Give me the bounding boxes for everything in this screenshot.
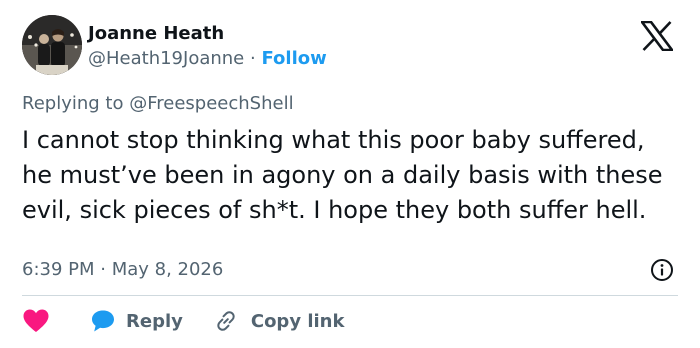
- x-logo-icon[interactable]: [641, 21, 673, 51]
- author-display-name[interactable]: Joanne Heath: [88, 22, 224, 46]
- action-bar: Reply Copy link: [22, 306, 344, 336]
- follow-button[interactable]: Follow: [261, 48, 326, 69]
- separator-dot: ·: [250, 48, 256, 69]
- copy-link-label: Copy link: [250, 310, 345, 332]
- reply-context-mention[interactable]: @FreespeechShell: [129, 93, 293, 114]
- reply-button[interactable]: Reply: [90, 308, 183, 334]
- tweet-timestamp[interactable]: 6:39 PM · May 8, 2026: [22, 258, 223, 282]
- reply-context: Replying to @FreespeechShell: [22, 92, 294, 116]
- reply-bubble-icon: [92, 310, 114, 332]
- tweet-text: I cannot stop thinking what this poor ba…: [22, 126, 663, 224]
- author-handle[interactable]: @Heath19Joanne: [88, 48, 244, 69]
- info-icon[interactable]: [650, 258, 674, 282]
- divider: [22, 295, 678, 296]
- avatar[interactable]: [22, 15, 82, 75]
- author-subline: @Heath19Joanne · Follow: [88, 47, 327, 71]
- heart-icon[interactable]: [22, 308, 50, 334]
- reply-label: Reply: [126, 310, 183, 332]
- reply-context-prefix: Replying to: [22, 93, 124, 114]
- avatar-photo: [22, 15, 82, 75]
- link-icon: [217, 311, 235, 331]
- copy-link-button[interactable]: Copy link: [213, 308, 345, 334]
